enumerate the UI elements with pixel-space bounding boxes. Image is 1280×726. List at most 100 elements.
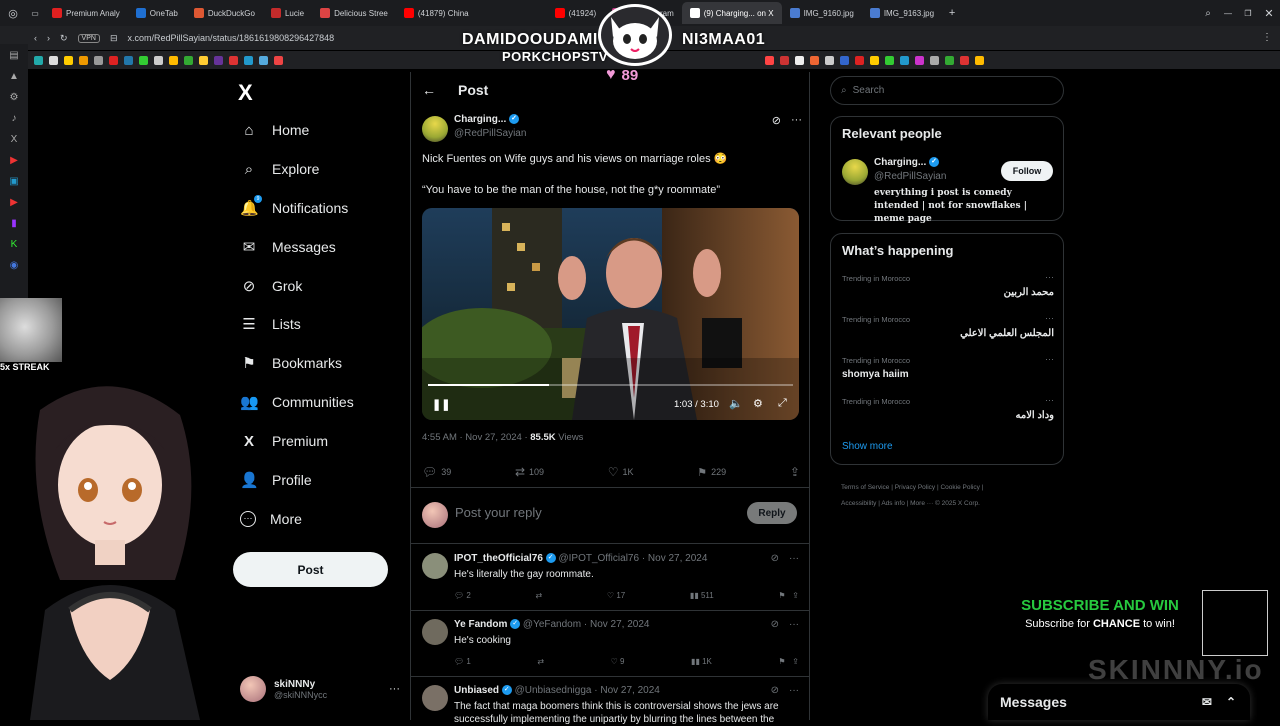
nav-bookmarks[interactable]: ⚑ Bookmarks (240, 347, 400, 379)
like-action[interactable]: ♡ 1K (608, 462, 634, 482)
avatar[interactable] (422, 619, 448, 645)
author-handle[interactable]: @RedPillSayian (454, 128, 526, 139)
nav-notifications[interactable]: 🔔 9 Notifications (240, 192, 400, 224)
bookmark-icon[interactable] (915, 55, 924, 65)
site-info-icon[interactable]: ⊟ (110, 33, 118, 44)
new-tab-icon[interactable]: + (942, 7, 962, 19)
more-icon[interactable]: ··· (1045, 395, 1054, 405)
nav-profile[interactable]: 👤 Profile (240, 464, 400, 496)
settings-icon[interactable]: ⚙ (10, 92, 19, 103)
trend-item[interactable]: Trending in Morocco المجلس العلمي الاعلي… (842, 313, 1054, 355)
url-field[interactable]: x.com/RedPillSayian/status/1861619808296… (128, 33, 335, 43)
trend-item[interactable]: Trending in Morocco shomya haiim ··· (842, 354, 1054, 396)
bookmark-icon[interactable] (229, 55, 238, 65)
avatar[interactable] (422, 685, 448, 711)
nav-more[interactable]: ⋯ More (240, 503, 400, 535)
fullscreen-icon[interactable]: ⤢ (778, 397, 787, 410)
tab-1[interactable]: OneTab (128, 2, 186, 24)
bookmark-icon[interactable] (109, 55, 118, 65)
reply-action[interactable]: 💬︎ 39 (422, 462, 451, 482)
like-action[interactable]: ♡ 17 (607, 591, 625, 600)
repost-icon[interactable]: ⇄ (537, 657, 544, 666)
trend-item[interactable]: Trending in Morocco محمد الربين ··· (842, 272, 1054, 314)
bookmark-icon[interactable] (825, 55, 834, 65)
more-icon[interactable]: ··· (1045, 272, 1054, 282)
author-name-row[interactable]: Charging... ✓ (454, 114, 520, 125)
bookmark-icon[interactable] (124, 55, 133, 65)
bookmark-icon[interactable] (94, 55, 103, 65)
reply-item[interactable]: Unbiased ✓ @Unbiasednigga · Nov 27, 2024… (411, 677, 809, 725)
vpn-badge[interactable]: VPN (77, 33, 100, 43)
bookmark-icon[interactable] (274, 55, 283, 65)
bookmark-icon[interactable] (259, 55, 268, 65)
search-input[interactable]: ⌕ Search (830, 76, 1064, 105)
like-action[interactable]: ♡ 9 (611, 657, 625, 666)
tab-2[interactable]: DuckDuckGo (186, 2, 263, 24)
pause-icon[interactable]: ❚❚ (432, 398, 450, 411)
search-tabs-icon[interactable]: ⌕ (1198, 8, 1218, 19)
person-name-row[interactable]: Charging... ✓ (874, 157, 940, 168)
bookmark-icon[interactable] (49, 55, 58, 65)
browser-menu-icon[interactable]: ◎ (0, 7, 26, 20)
bookmark-icon[interactable] (900, 55, 909, 65)
bookmark-icon[interactable] (169, 55, 178, 65)
bookmark-icon[interactable] (214, 55, 223, 65)
more-icon[interactable]: ··· (1045, 354, 1054, 364)
bookmark-icon[interactable] (79, 55, 88, 65)
bookmark-icon[interactable] (855, 55, 864, 65)
tab-9[interactable]: IMG_9160.jpg (782, 2, 862, 24)
volume-icon[interactable]: 🔈 (729, 397, 743, 410)
back-nav-icon[interactable]: ‹ (34, 33, 37, 43)
more-icon[interactable]: ··· (1045, 313, 1054, 323)
timestamp-text[interactable]: 4:55 AM · Nov 27, 2024 · (422, 432, 530, 443)
bookmark-icon[interactable] (154, 55, 163, 65)
tab-5[interactable]: (41879) China (396, 2, 477, 24)
bookmark-icon[interactable] (810, 55, 819, 65)
bookmark-icon[interactable] (975, 55, 984, 65)
video-player[interactable]: ❚❚ 1:03 / 3:10 🔈 ⚙ ⤢ (422, 208, 799, 420)
post-button[interactable]: Post (233, 552, 388, 587)
nav-home[interactable]: ⌂ Home (240, 114, 400, 146)
reply-action[interactable]: 💬︎ 1 (454, 657, 471, 666)
twitch-icon[interactable]: ▮ (11, 218, 17, 229)
nav-lists[interactable]: ☰ Lists (240, 308, 400, 340)
tab-8-active[interactable]: (9) Charging... on X (681, 2, 782, 24)
footer-line[interactable]: Terms of Service | Privacy Policy | Cook… (841, 480, 1061, 496)
grok-explain-icon[interactable]: ⊘ (771, 553, 779, 564)
grok-explain-icon[interactable]: ⊘ (772, 114, 781, 127)
nav-explore[interactable]: ⌕ Explore (240, 153, 400, 185)
show-more-link[interactable]: Show more (842, 441, 893, 452)
messages-drawer[interactable]: Messages ✉ ⌃ (988, 684, 1250, 720)
more-icon[interactable]: ··· (389, 683, 400, 695)
bookmark-icon[interactable] (885, 55, 894, 65)
bookmark-icon[interactable] (64, 55, 73, 65)
follow-button[interactable]: Follow (1001, 161, 1053, 181)
nav-grok[interactable]: ⊘ Grok (240, 270, 400, 302)
trend-item[interactable]: Trending in Morocco وداد الامه ··· (842, 395, 1054, 437)
bookmark-icon[interactable] (34, 55, 43, 65)
new-message-icon[interactable]: ✉ (1202, 695, 1212, 709)
account-switcher[interactable]: skiNNNy @skiNNNycc ··· (240, 674, 400, 704)
settings-gear-icon[interactable]: ⚙ (753, 397, 763, 410)
youtube-icon[interactable]: ▶ (10, 155, 18, 166)
reply-author-name[interactable]: Ye Fandom (454, 619, 507, 630)
more-icon[interactable]: ··· (789, 553, 799, 564)
tab-10[interactable]: IMG_9163.jpg (862, 2, 942, 24)
back-arrow-icon[interactable]: ← (422, 82, 436, 98)
reply-button[interactable]: Reply (747, 502, 797, 524)
author-avatar[interactable] (422, 116, 448, 142)
reply-input[interactable]: Post your reply (455, 505, 735, 520)
maximize-icon[interactable]: ❐ (1238, 9, 1258, 18)
views-action[interactable]: ▮▮ 1K (691, 657, 712, 666)
sidebar-toggle-icon[interactable]: ⋮ (1262, 32, 1272, 43)
reply-item[interactable]: Ye Fandom ✓ @YeFandom · Nov 27, 2024 ⊘ ··… (411, 611, 809, 677)
nav-premium[interactable]: X Premium (240, 425, 400, 457)
repost-icon[interactable]: ⇄ (536, 591, 543, 600)
avatar[interactable] (422, 553, 448, 579)
chat-icon[interactable]: ▣ (9, 176, 18, 187)
reply-author-name[interactable]: Unbiased (454, 685, 499, 696)
minimize-icon[interactable]: — (1218, 9, 1238, 18)
footer-line[interactable]: Accessibility | Ads info | More ··· © 20… (841, 496, 1061, 512)
reply-author-name[interactable]: IPOT_theOfficial76 (454, 553, 543, 564)
browser-logo-icon[interactable]: ◉ (10, 260, 19, 271)
